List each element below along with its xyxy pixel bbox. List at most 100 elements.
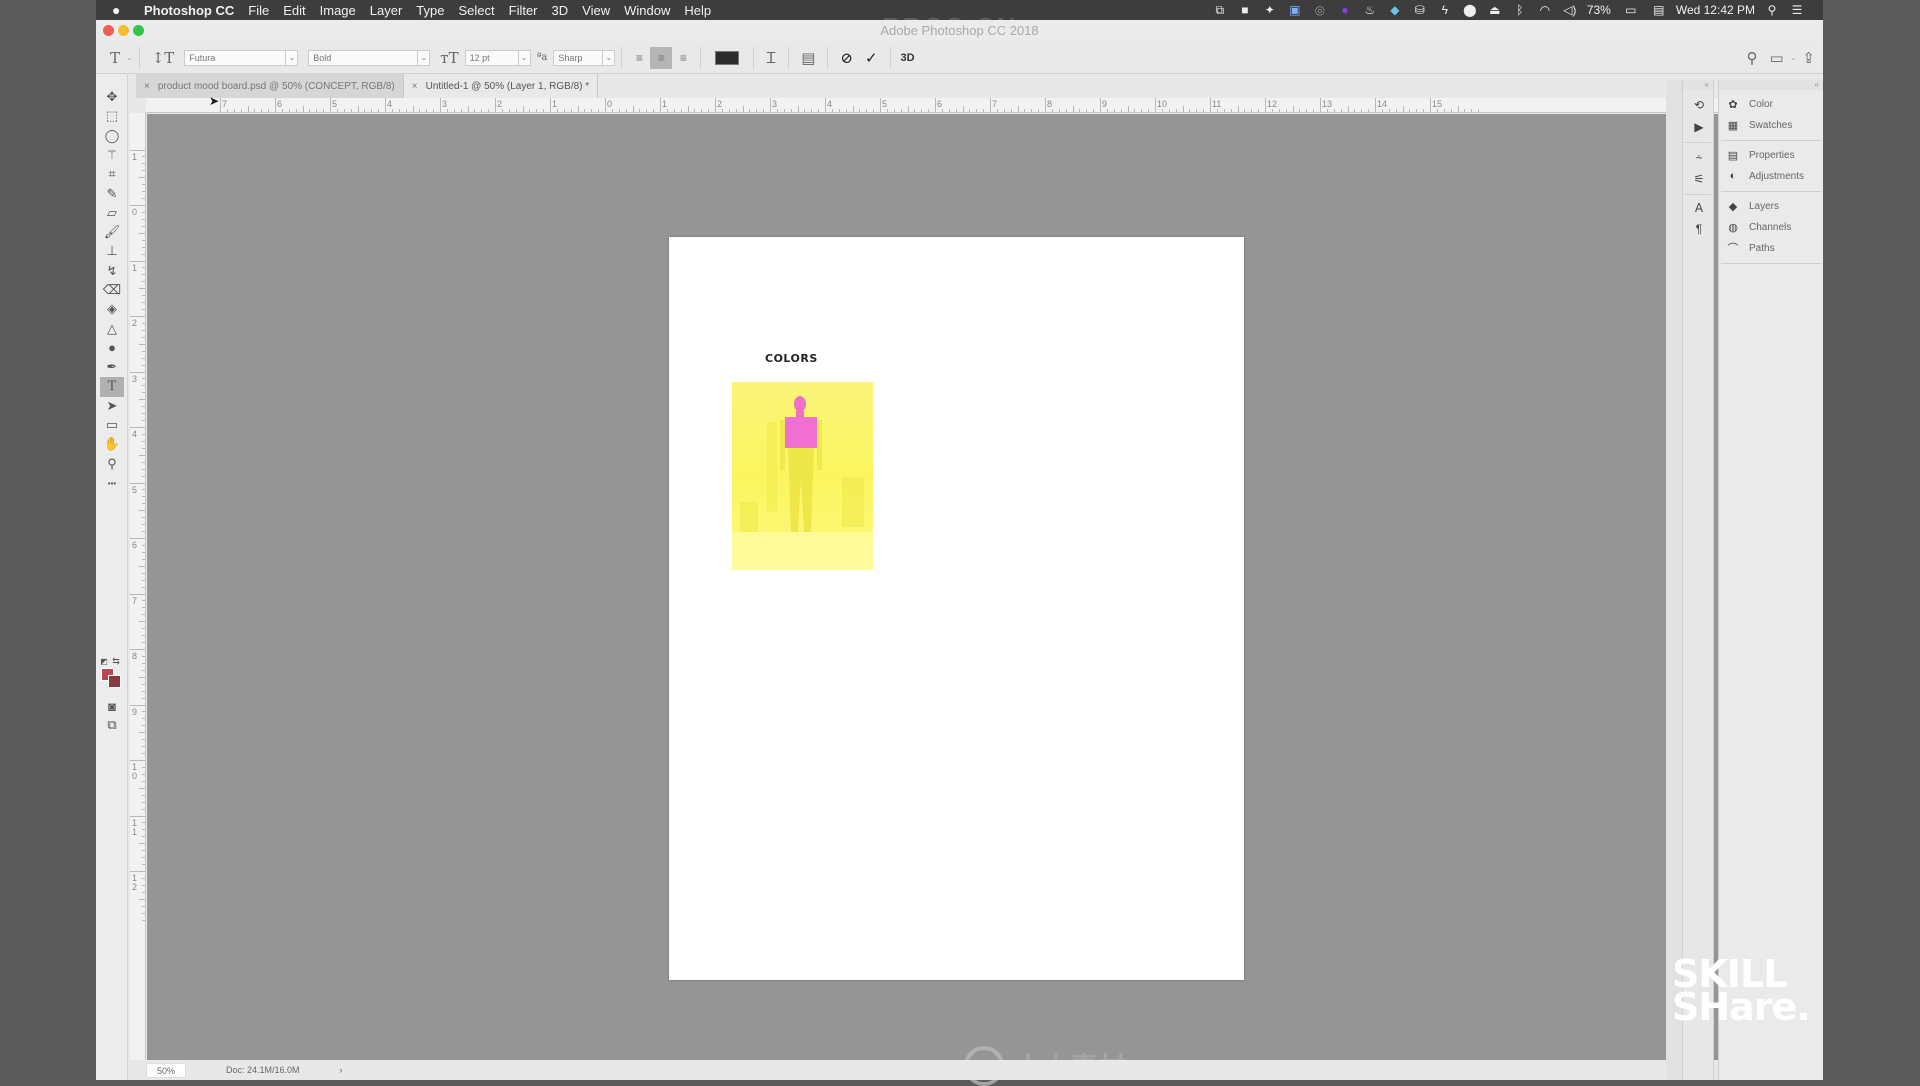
tool-presets-icon[interactable]: ⚟ [1689, 170, 1709, 188]
zoom-tool[interactable]: ⚲ [100, 454, 124, 474]
align-center-button[interactable]: ≡ [650, 46, 673, 69]
document-size-info[interactable]: Doc: 24.1M/16.0M [226, 1065, 300, 1075]
blur-tool[interactable]: △ [100, 319, 124, 339]
character-icon[interactable]: A [1689, 199, 1709, 217]
creative-cloud-icon[interactable]: ◎ [1312, 3, 1328, 17]
panel-swatches[interactable]: ▦ Swatches [1725, 115, 1793, 135]
tab-product-mood-board[interactable]: × product mood board.psd @ 50% (CONCEPT,… [136, 74, 404, 98]
app-icon[interactable]: ● [1337, 3, 1353, 17]
3d-button[interactable]: 3D [901, 52, 915, 64]
canvas-area[interactable]: COLORS ML 人人素材 [147, 114, 1764, 1086]
font-style-select[interactable]: Bold ⌄ [308, 49, 431, 66]
wifi-icon[interactable]: ◠ [1537, 3, 1553, 17]
history-icon[interactable]: ⟲ [1689, 96, 1709, 114]
panel-layers[interactable]: ◆ Layers [1725, 196, 1779, 216]
healing-brush-tool[interactable]: ▱ [100, 203, 124, 223]
spotlight-search-icon[interactable]: ⚲ [1764, 3, 1780, 17]
menu-layer[interactable]: Layer [370, 3, 403, 18]
vertical-ruler[interactable]: 1 0 1 2 3 4 5 6 7 8 9 10 11 12 [130, 113, 146, 1060]
screen-record-icon[interactable]: ⧉ [1212, 3, 1228, 17]
app-menu[interactable]: Photoshop CC [144, 3, 234, 18]
chevron-down-icon[interactable]: ⌄ [1790, 53, 1797, 62]
search-icon[interactable]: ⚲ [1747, 49, 1758, 67]
eyedropper-tool[interactable]: ✎ [100, 184, 124, 204]
display-icon[interactable]: ⬤ [1462, 3, 1478, 17]
zoom-icon[interactable]: ■ [1237, 3, 1253, 17]
menu-view[interactable]: View [582, 3, 610, 18]
hand-tool[interactable]: ✋ [100, 434, 124, 454]
workspace-icon[interactable]: ▭ [1770, 49, 1784, 67]
marquee-tool[interactable]: ⬚ [100, 106, 124, 126]
dodge-tool[interactable]: ● [100, 338, 124, 358]
character-panel-icon[interactable]: ▤ [801, 49, 815, 67]
vpn-icon[interactable]: ◆ [1387, 3, 1403, 17]
collapse-panels-button[interactable]: « [1719, 80, 1823, 90]
warp-text-icon[interactable]: Ꮖ [766, 49, 776, 67]
menu-select[interactable]: Select [458, 3, 494, 18]
flame-icon[interactable]: ♨ [1362, 3, 1378, 17]
commit-edits-icon[interactable]: ✓ [865, 49, 878, 67]
close-tab-icon[interactable]: × [412, 81, 418, 92]
chevron-down-icon[interactable]: ⌄ [126, 53, 133, 62]
font-family-select[interactable]: Futura ⌄ [184, 49, 299, 66]
quick-mask-icon[interactable]: ◙ [100, 696, 124, 716]
close-tab-icon[interactable]: × [144, 81, 150, 92]
battery-icon[interactable]: ▭ [1620, 3, 1642, 17]
volume-icon[interactable]: ◁) [1562, 3, 1578, 17]
panel-paths[interactable]: ⌒ Paths [1725, 238, 1775, 258]
panel-properties[interactable]: ▤ Properties [1725, 145, 1795, 165]
text-color-swatch[interactable] [715, 50, 740, 65]
lasso-tool[interactable]: ◯ [100, 126, 124, 146]
mood-board-image[interactable] [732, 382, 873, 570]
magic-wand-tool[interactable]: ⚚ [100, 145, 124, 165]
panel-color[interactable]: ✿ Color [1725, 94, 1773, 114]
panel-adjustments[interactable]: ◐ Adjustments [1725, 166, 1804, 186]
font-size-select[interactable]: 12 pt ⌄ [464, 49, 531, 66]
airplay-icon[interactable]: ⏏ [1487, 3, 1503, 17]
apple-menu-icon[interactable]: ● [112, 2, 138, 18]
panel-channels[interactable]: ◍ Channels [1725, 217, 1791, 237]
menu-3d[interactable]: 3D [552, 3, 569, 18]
background-color-swatch[interactable] [108, 675, 121, 688]
paragraph-icon[interactable]: ¶ [1689, 220, 1709, 238]
align-left-button[interactable]: ≡ [628, 47, 650, 69]
notification-center-icon[interactable]: ☰ [1789, 3, 1805, 17]
dropbox-icon[interactable]: ✦ [1262, 3, 1278, 17]
tab-untitled-1[interactable]: × Untitled-1 @ 50% (Layer 1, RGB/8) * [403, 74, 599, 98]
cancel-edits-icon[interactable]: ⊘ [840, 49, 853, 67]
type-tool[interactable]: T [100, 376, 124, 397]
clone-stamp-tool[interactable]: ⊥ [100, 241, 124, 261]
move-tool[interactable]: ✥ [100, 87, 124, 107]
bluetooth-icon[interactable]: ᛒ [1512, 3, 1528, 17]
menu-file[interactable]: File [248, 3, 269, 18]
brush-settings-icon[interactable]: ⸞ [1689, 148, 1709, 166]
eraser-tool[interactable]: ⌫ [100, 280, 124, 300]
menu-window[interactable]: Window [624, 3, 670, 18]
screen-mode-icon[interactable]: ⧉ [100, 715, 124, 735]
crop-tool[interactable]: ⌗ [100, 164, 124, 184]
menu-filter[interactable]: Filter [509, 3, 538, 18]
history-brush-tool[interactable]: ↯ [100, 261, 124, 281]
brush-tool[interactable]: 🖌 [100, 222, 124, 242]
menu-help[interactable]: Help [684, 3, 711, 18]
keyboard-icon[interactable]: ▤ [1651, 3, 1667, 17]
actions-play-icon[interactable]: ▶ [1689, 118, 1709, 136]
pen-tool[interactable]: ✒ [100, 357, 124, 377]
status-menu-arrow[interactable]: › [340, 1065, 343, 1075]
path-selection-tool[interactable]: ➤ [100, 396, 124, 416]
more-tools[interactable]: ••• [100, 473, 124, 493]
align-right-button[interactable]: ≡ [672, 47, 694, 69]
colors-heading-text-layer[interactable]: COLORS [765, 352, 818, 365]
clock[interactable]: Wed 12:42 PM [1676, 3, 1755, 17]
zoom-level-field[interactable]: 50% [146, 1062, 186, 1078]
antialias-select[interactable]: Sharp ⌄ [553, 49, 616, 66]
share-icon[interactable]: ⇪ [1802, 49, 1815, 67]
horizontal-ruler[interactable]: 7 6 5 4 3 2 1 0 1 2 3 4 5 6 7 8 9 10 11 12 13 14 15 [146, 98, 1764, 113]
toggle-orientation-icon[interactable]: ↕T [152, 49, 175, 67]
menu-image[interactable]: Image [320, 3, 356, 18]
rectangle-tool[interactable]: ▭ [100, 415, 124, 435]
menu-type[interactable]: Type [416, 3, 444, 18]
type-tool-preset-icon[interactable]: T [110, 49, 120, 67]
menu-edit[interactable]: Edit [283, 3, 305, 18]
backup-icon[interactable]: ⛁ [1412, 3, 1428, 17]
